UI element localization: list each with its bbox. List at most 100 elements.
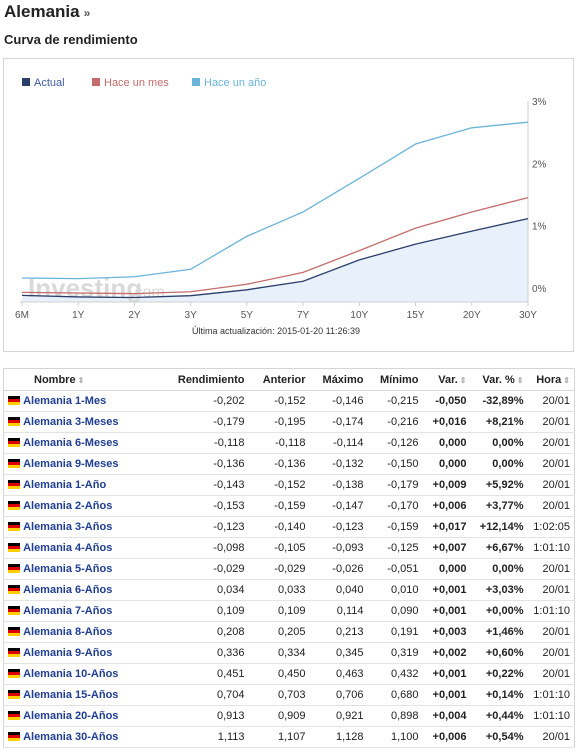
germany-flag-icon	[8, 396, 20, 405]
table-row: Alemania 30-Años 1,113 1,107 1,128 1,100 +0,0…	[3, 726, 575, 748]
germany-flag-icon	[8, 543, 20, 552]
low-cell: -0,150	[367, 453, 423, 475]
column-header-change[interactable]: Var. ⇕	[422, 368, 471, 391]
bond-name-link[interactable]: Alemania 3-Años	[23, 521, 112, 533]
column-header-label: Mínimo	[380, 373, 419, 386]
change-cell: +0,016	[422, 411, 471, 433]
time-cell: 1:01:10	[527, 684, 575, 706]
change-cell: +0,001	[422, 579, 471, 601]
time-cell: 1:01:10	[527, 537, 575, 559]
prev-cell: 0,109	[248, 600, 310, 622]
prev-cell: -0,152	[248, 474, 310, 496]
bond-name-cell: Alemania 5-Años	[3, 558, 168, 580]
bond-name-link[interactable]: Alemania 2-Años	[23, 500, 112, 512]
column-header-low[interactable]: Mínimo	[367, 368, 423, 391]
high-cell: 0,706	[309, 684, 368, 706]
column-header-yield[interactable]: Rendimiento	[167, 368, 249, 391]
bond-name-link[interactable]: Alemania 7-Años	[23, 605, 112, 617]
bond-name-cell: Alemania 1-Mes	[3, 390, 168, 412]
table-row: Alemania 2-Años -0,153 -0,159 -0,147 -0,170 +…	[3, 495, 575, 517]
table-row: Alemania 9-Años 0,336 0,334 0,345 0,319 +0,00…	[3, 642, 575, 664]
time-cell: 20/01	[527, 621, 575, 643]
yield-cell: -0,029	[167, 558, 249, 580]
y-tick-label: 2%	[532, 159, 547, 170]
bond-name-cell: Alemania 9-Años	[3, 642, 168, 664]
prev-cell: -0,152	[248, 390, 310, 412]
y-tick-label: 1%	[532, 222, 547, 233]
low-cell: -0,051	[367, 558, 423, 580]
page-title-text[interactable]: Alemania	[4, 2, 80, 21]
yields-table: Nombre ⇕ Rendimiento Anterior Máximo Míni…	[3, 368, 575, 748]
column-header-label: Var. %	[482, 373, 515, 386]
high-cell: -0,138	[309, 474, 368, 496]
bond-name-link[interactable]: Alemania 6-Años	[23, 584, 112, 596]
bond-name-link[interactable]: Alemania 30-Años	[23, 731, 118, 743]
change-cell: +0,006	[422, 495, 471, 517]
low-cell: 0,010	[367, 579, 423, 601]
bond-name-link[interactable]: Alemania 10-Años	[23, 668, 118, 680]
high-cell: -0,093	[309, 537, 368, 559]
column-header-previous[interactable]: Anterior	[248, 368, 310, 391]
germany-flag-icon	[8, 669, 20, 678]
time-cell: 20/01	[527, 432, 575, 454]
germany-flag-icon	[8, 585, 20, 594]
low-cell: -0,126	[367, 432, 423, 454]
column-header-time[interactable]: Hora ⇕	[527, 368, 575, 391]
x-tick-label: 1Y	[72, 310, 85, 321]
x-tick-label: 7Y	[297, 310, 310, 321]
change-cell: +0,001	[422, 684, 471, 706]
bond-name-link[interactable]: Alemania 3-Meses	[23, 416, 118, 428]
yield-cell: -0,143	[167, 474, 249, 496]
bond-name-link[interactable]: Alemania 6-Meses	[23, 437, 118, 449]
germany-flag-icon	[8, 522, 20, 531]
change-pct-cell: +0,44%	[470, 705, 528, 727]
column-header-name[interactable]: Nombre ⇕	[3, 368, 168, 391]
bond-name-cell: Alemania 3-Meses	[3, 411, 168, 433]
change-pct-cell: -32,89%	[470, 390, 528, 412]
low-cell: -0,125	[367, 537, 423, 559]
column-header-label: Rendimiento	[177, 373, 245, 386]
prev-cell: -0,195	[248, 411, 310, 433]
change-cell: +0,007	[422, 537, 471, 559]
low-cell: -0,170	[367, 495, 423, 517]
germany-flag-icon	[8, 501, 20, 510]
low-cell: 1,100	[367, 726, 423, 748]
bond-name-link[interactable]: Alemania 9-Años	[23, 647, 112, 659]
column-header-high[interactable]: Máximo	[309, 368, 368, 391]
yield-cell: 0,336	[167, 642, 249, 664]
change-cell: 0,000	[422, 558, 471, 580]
yield-cell: -0,098	[167, 537, 249, 559]
change-pct-cell: +6,67%	[470, 537, 528, 559]
low-cell: 0,680	[367, 684, 423, 706]
table-header-row: Nombre ⇕ Rendimiento Anterior Máximo Míni…	[3, 368, 575, 391]
change-cell: +0,017	[422, 516, 471, 538]
bond-name-link[interactable]: Alemania 20-Años	[23, 710, 118, 722]
bond-name-link[interactable]: Alemania 8-Años	[23, 626, 112, 638]
bond-name-link[interactable]: Alemania 15-Años	[23, 689, 118, 701]
bond-name-link[interactable]: Alemania 1-Mes	[23, 395, 106, 407]
prev-cell: 0,033	[248, 579, 310, 601]
change-cell: +0,001	[422, 663, 471, 685]
chevron-right-icon[interactable]: »	[84, 6, 91, 20]
change-pct-cell: +0,54%	[470, 726, 528, 748]
germany-flag-icon	[8, 690, 20, 699]
bond-name-cell: Alemania 6-Años	[3, 579, 168, 601]
time-cell: 20/01	[527, 558, 575, 580]
change-pct-cell: +3,03%	[470, 579, 528, 601]
legend-swatch	[22, 78, 30, 86]
high-cell: -0,174	[309, 411, 368, 433]
bond-name-link[interactable]: Alemania 4-Años	[23, 542, 112, 554]
germany-flag-icon	[8, 459, 20, 468]
time-cell: 20/01	[527, 642, 575, 664]
y-tick-label: 0%	[532, 284, 547, 295]
bond-name-link[interactable]: Alemania 5-Años	[23, 563, 112, 575]
bond-name-link[interactable]: Alemania 9-Meses	[23, 458, 118, 470]
column-header-label: Máximo	[322, 373, 364, 386]
page-title: Alemania »	[4, 2, 90, 22]
time-cell: 1:01:10	[527, 705, 575, 727]
column-header-change-pct[interactable]: Var. % ⇕	[470, 368, 528, 391]
legend-label: Hace un año	[204, 77, 266, 89]
change-cell: +0,002	[422, 642, 471, 664]
bond-name-cell: Alemania 10-Años	[3, 663, 168, 685]
bond-name-link[interactable]: Alemania 1-Año	[23, 479, 106, 491]
